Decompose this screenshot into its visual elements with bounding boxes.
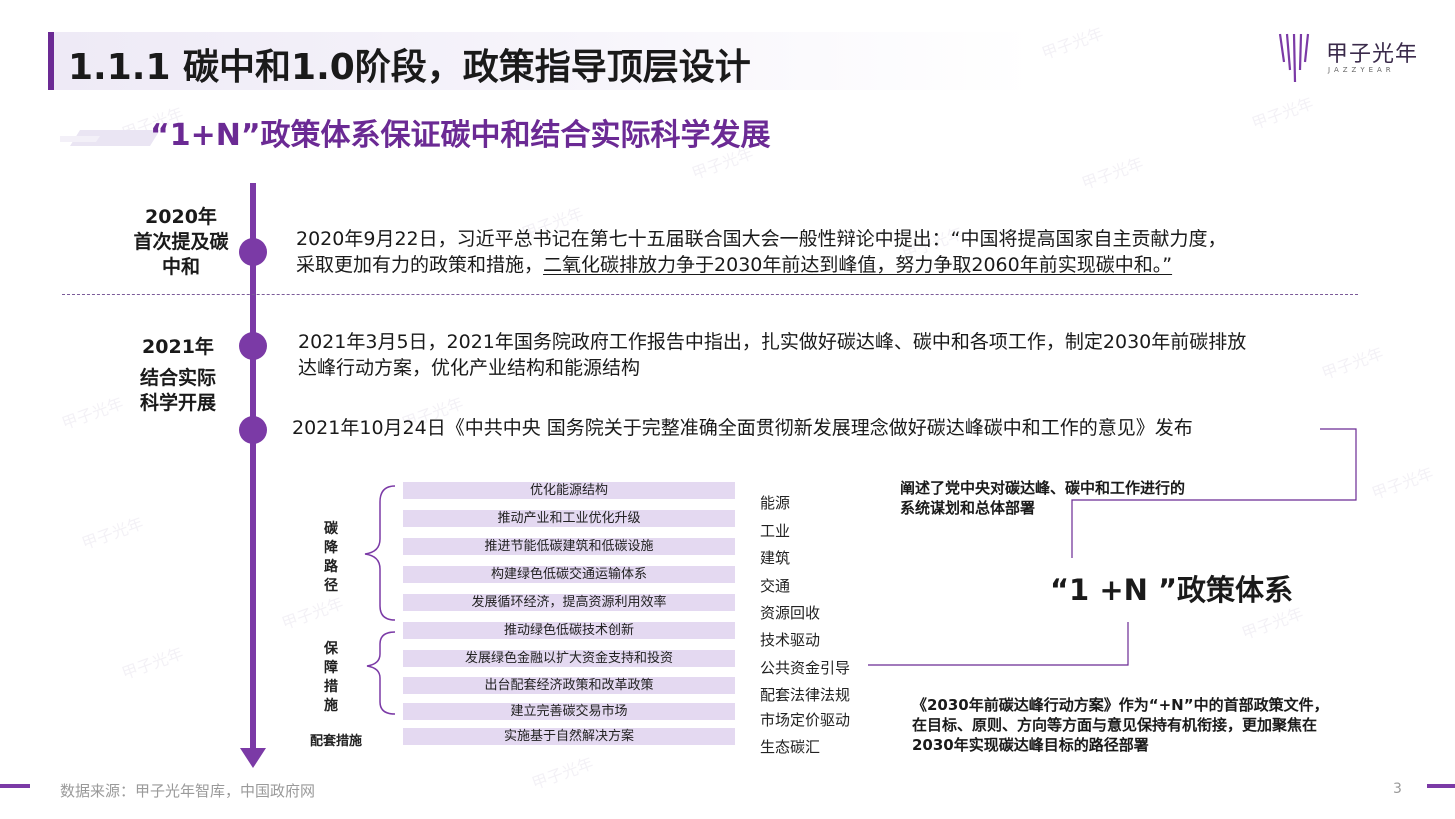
note-top: 阐述了党中央对碳达峰、碳中和工作进行的 系统谋划和总体部署 <box>900 478 1185 518</box>
note-line: 阐述了党中央对碳达峰、碳中和工作进行的 <box>900 479 1186 497</box>
note-bottom: 《2030年前碳达峰行动方案》作为“+N”中的首部政策文件， 在目标、原则、方向… <box>912 695 1329 755</box>
note-line: 系统谋划和总体部署 <box>900 499 1036 517</box>
footer-source: 数据来源：甲子光年智库，中国政府网 <box>60 782 316 800</box>
note-line: 《2030年前碳达峰行动方案》作为“+N”中的首部政策文件， <box>912 696 1329 714</box>
footer-accent-left <box>0 784 30 788</box>
note-line: 2030年实现碳达峰目标的路径部署 <box>912 736 1149 754</box>
footer-accent-right <box>1427 784 1455 788</box>
page-number: 3 <box>1393 781 1402 797</box>
policy-system-title: “1 +N ”政策体系 <box>1050 573 1294 607</box>
note-line: 在目标、原则、方向等方面与意见保持有机衔接，更加聚焦在 <box>912 716 1318 734</box>
